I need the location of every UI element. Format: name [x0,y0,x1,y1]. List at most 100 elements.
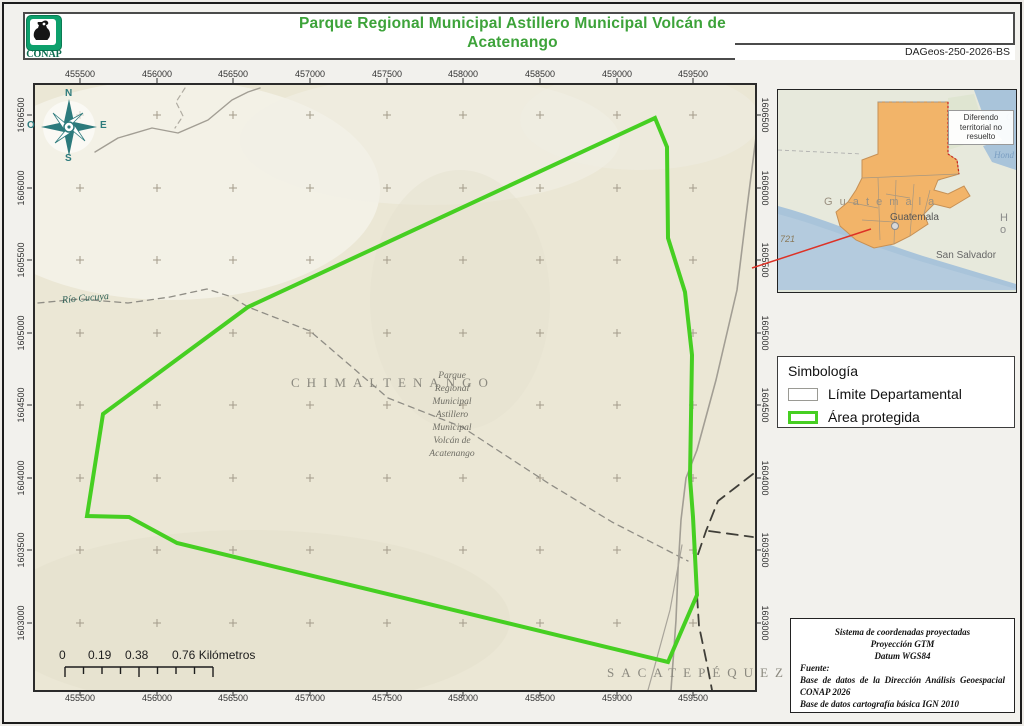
grid-cross [229,401,237,409]
scale-quarter: 0.19 [88,648,112,662]
label-protected-area-name: Parque Regional Municipal Astillero Muni… [429,371,475,459]
grid-cross [153,329,161,337]
source-line-2: Base de datos cartografía básica IGN 201… [800,699,959,709]
conap-logo: CONAP [25,15,63,60]
scale-bar: 0 0.19 0.38 0.76 Kilómetros [55,648,285,682]
document-code-box: DAGeos-250-2026-BS [735,43,1015,60]
fuente-label: Fuente: [800,663,830,673]
label-sacatepequez: SACATEPÉQUEZ [607,665,790,680]
x-axis-label-top: 458000 [447,69,479,79]
departmental-boundary-stub [708,530,754,538]
y-axis-label-right: 1605000 [760,315,770,351]
grid-cross [689,256,697,264]
x-axis-label-top: 457500 [371,69,403,79]
legend: Simbología Límite Departamental Área pro… [777,356,1015,428]
road-east [670,138,755,690]
x-axis-label-bottom: 458500 [524,693,556,703]
x-axis-label-top: 455500 [64,69,96,79]
grid-cross [536,401,544,409]
grid-cross [306,474,314,482]
y-axis-label-left: 1604000 [16,460,26,496]
y-axis-label-left: 1605000 [16,315,26,351]
monkey-icon [33,20,51,40]
compass-west-label: O [27,120,35,131]
y-axis-label-left: 1604500 [16,387,26,423]
guatemala-city-marker [891,222,899,230]
grid-cross [229,329,237,337]
grid-cross [613,546,621,554]
source-info-box: Sistema de coordenadas proyectadas Proye… [790,618,1015,713]
grid-cross [153,401,161,409]
x-axis-label-top: 458500 [524,69,556,79]
crs-line: Sistema de coordenadas proyectadas [834,627,971,637]
grid-cross [459,546,467,554]
grid-cross [536,546,544,554]
grid-cross [613,329,621,337]
limite-departamental-swatch [788,387,818,401]
x-axis-label-bottom: 459500 [677,693,709,703]
map-document: { "header": { "title_line1": "Parque Reg… [0,0,1024,726]
grid-cross [613,619,621,627]
legend-item-area: Área protegida [788,409,1004,425]
x-axis-label-top: 457000 [294,69,326,79]
title-line-1: Parque Regional Municipal Astillero Muni… [299,15,726,32]
y-axis-label-left: 1603000 [16,605,26,641]
conap-logo-text: CONAP [26,49,62,60]
inset-san-salvador-label: San Salvador [936,250,997,261]
y-axis-label-right: 1604500 [760,387,770,423]
grid-cross [613,184,621,192]
conap-logo-inner [30,19,56,45]
scale-half: 0.38 [125,648,149,662]
y-axis-label-left: 1606500 [16,97,26,133]
scale-zero: 0 [59,648,66,662]
x-axis-label-bottom: 457000 [294,693,326,703]
inset-sea-label-hond: Hond [994,150,1014,160]
y-axis-label-right: 1605500 [760,242,770,278]
grid-cross [536,619,544,627]
grid-cross [76,401,84,409]
grid-cross [383,401,391,409]
x-axis-label-bottom: 455500 [64,693,96,703]
inset-country-label: G u a t e m a l a [824,196,937,208]
area-protegida-swatch [788,410,818,424]
inset-honduras-label: H o [1000,212,1008,236]
compass-east-label: E [100,120,107,131]
x-axis-label-bottom: 458000 [447,693,479,703]
legend-label-limite: Límite Departamental [828,386,962,402]
x-axis-label-top: 459500 [677,69,709,79]
scale-full: 0.76 Kilómetros [172,648,256,662]
x-axis-label-bottom: 459000 [601,693,633,703]
inset-road-number: 721 [780,234,796,244]
grid-cross [613,256,621,264]
inset-territorial-note: Diferendo territorial no resuelto [948,110,1014,145]
grid-cross [76,474,84,482]
legend-label-area: Área protegida [828,409,920,425]
grid-cross [383,474,391,482]
y-axis-label-right: 1603000 [760,605,770,641]
grid-cross [613,401,621,409]
scale-bar-ticks [64,666,214,677]
legend-item-limite: Límite Departamental [788,386,1004,402]
x-axis-label-top: 456500 [217,69,249,79]
departmental-boundary-longdash [694,473,754,690]
y-axis-label-right: 1604000 [760,460,770,496]
x-axis-label-bottom: 456000 [141,693,173,703]
y-axis-label-left: 1603500 [16,532,26,568]
grid-cross [306,401,314,409]
grid-cross [153,474,161,482]
y-axis-label-right: 1603500 [760,532,770,568]
y-axis-label-right: 1606500 [760,97,770,133]
datum-line: Datum WGS84 [874,651,931,661]
projection-line: Proyección GTM [870,639,935,649]
grid-cross [613,474,621,482]
x-axis-label-bottom: 457500 [371,693,403,703]
y-axis-label-left: 1605500 [16,242,26,278]
compass-south-label: S [65,153,72,164]
grid-cross [76,329,84,337]
x-axis-label-top: 459000 [601,69,633,79]
grid-cross [229,474,237,482]
y-axis-label-left: 1606000 [16,170,26,206]
grid-cross [689,184,697,192]
y-axis-label-right: 1606000 [760,170,770,206]
x-axis-label-bottom: 456500 [217,693,249,703]
